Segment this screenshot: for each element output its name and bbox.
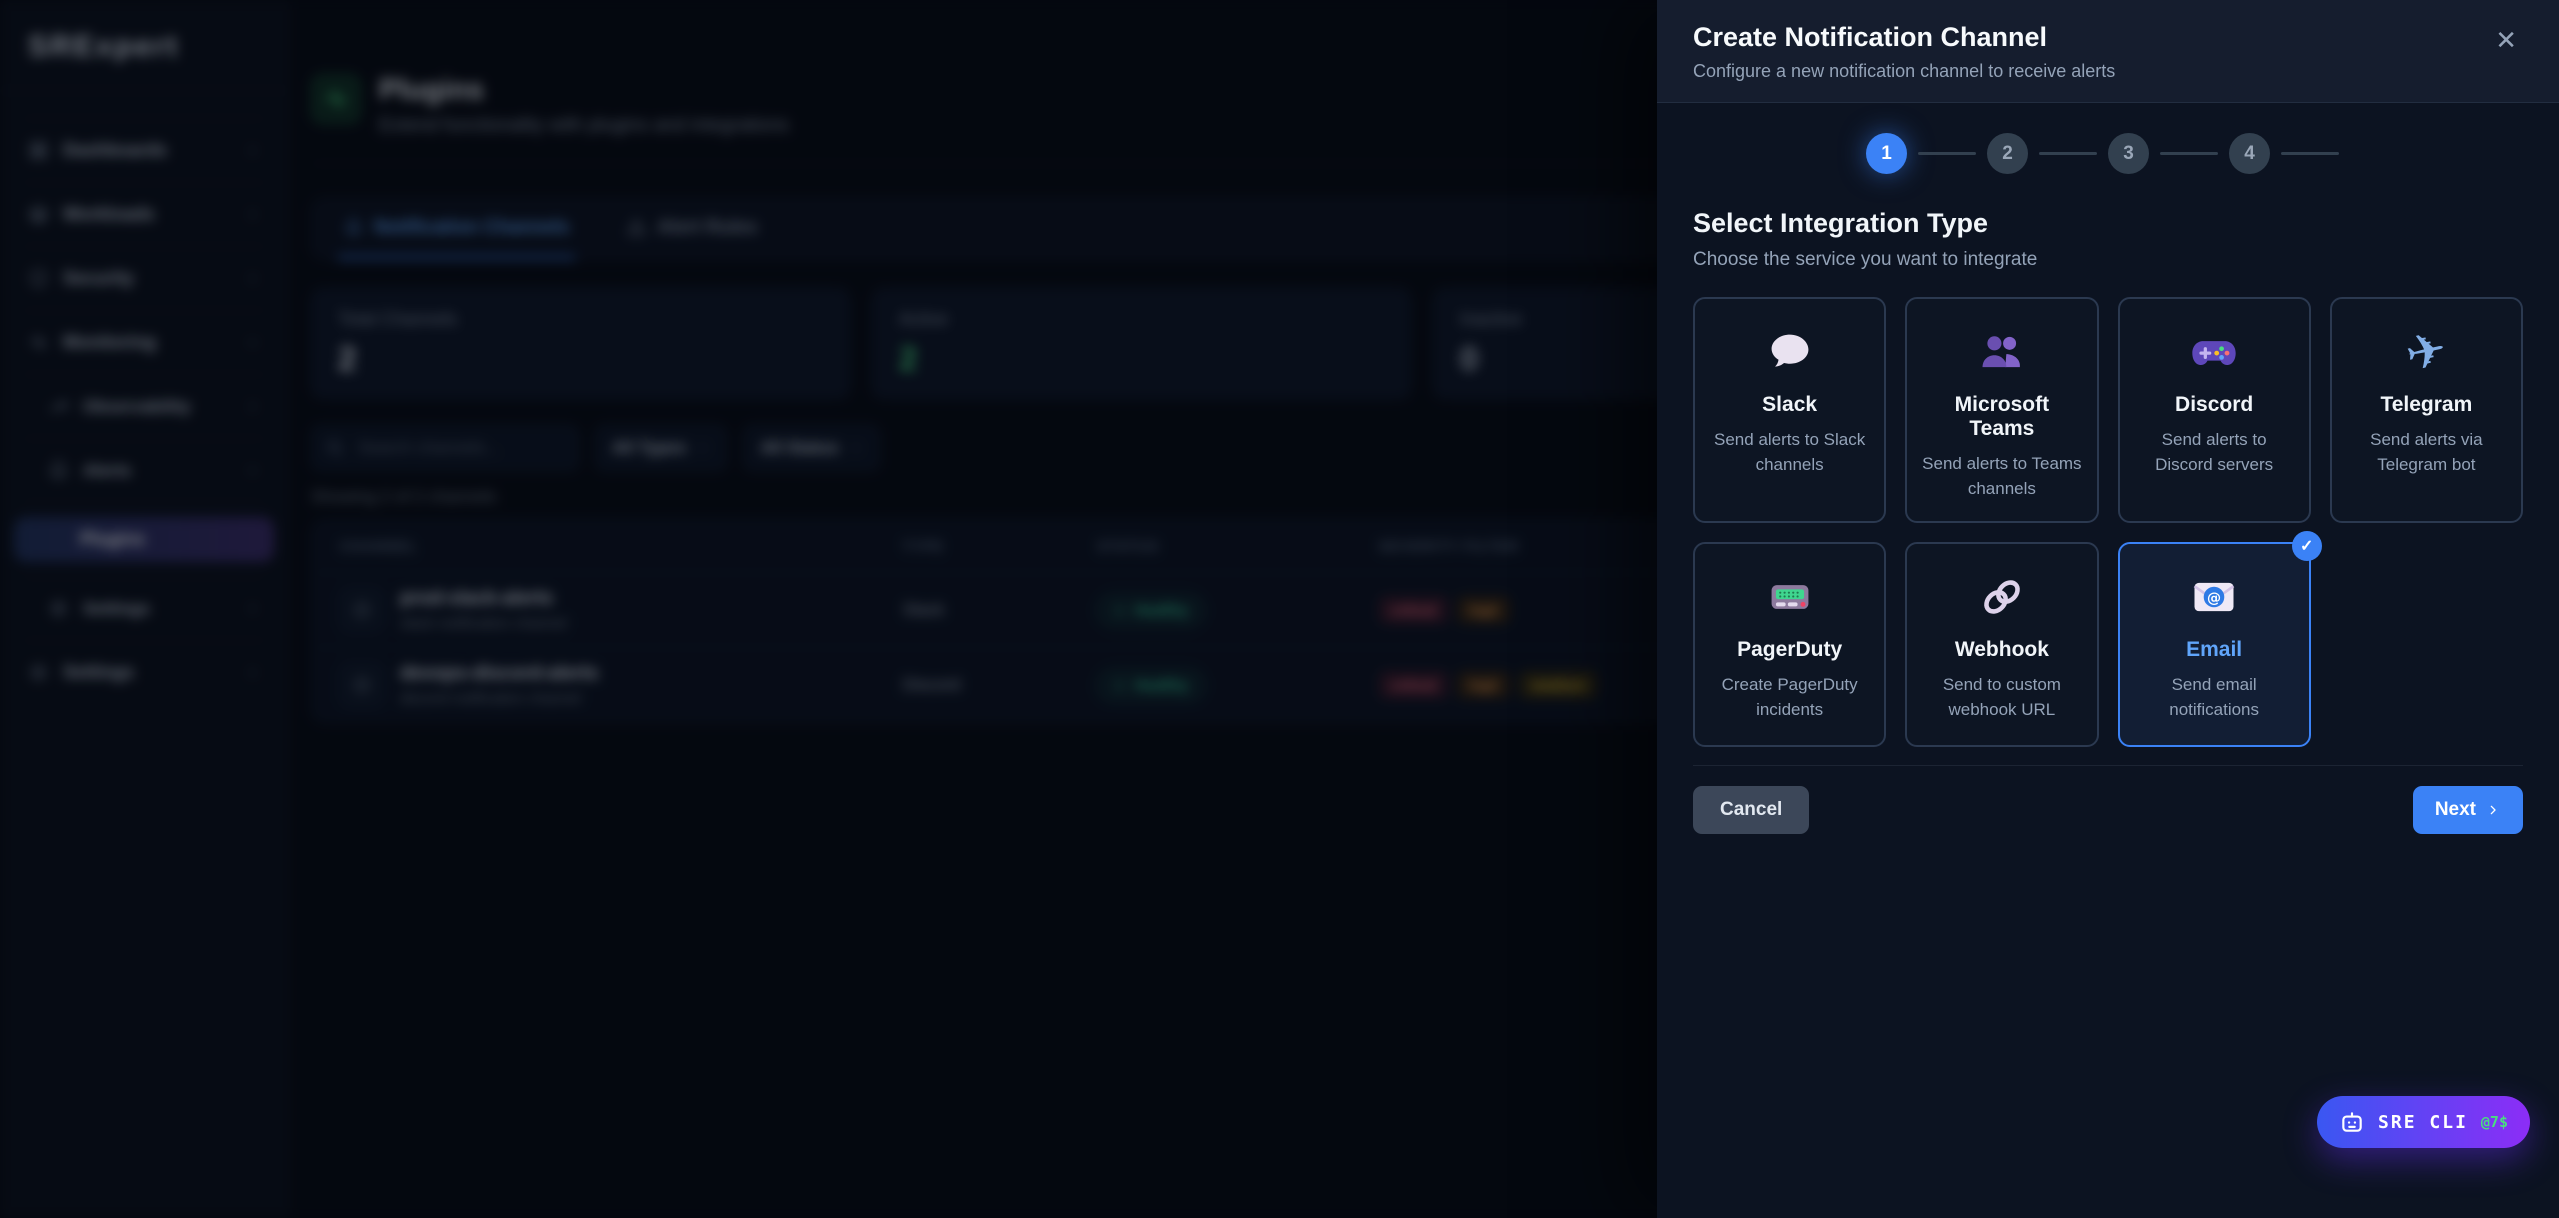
integration-name: Microsoft Teams <box>1919 393 2084 441</box>
cli-label: SRE CLI <box>2378 1112 2468 1133</box>
drawer-header: Create Notification Channel Configure a … <box>1657 0 2559 103</box>
integration-card[interactable]: Discord Send alerts to Discord servers <box>2118 297 2311 523</box>
integration-name: Webhook <box>1955 638 2049 662</box>
selected-check-badge: ✓ <box>2292 531 2322 561</box>
integration-card[interactable]: ✓ @ Email Send email notifications <box>2118 542 2311 747</box>
cli-prompt-glyphs: @7$ <box>2481 1113 2508 1131</box>
email-icon: @ <box>2188 570 2240 624</box>
drawer-subtitle: Configure a new notification channel to … <box>1693 61 2523 82</box>
step-circle: 1 <box>1866 133 1907 174</box>
integration-card[interactable]: ✈ Telegram Send alerts via Telegram bot <box>2330 297 2523 523</box>
integration-name: Email <box>2186 638 2242 662</box>
step-connector <box>2160 152 2218 155</box>
step-circle: 3 <box>2108 133 2149 174</box>
integration-card[interactable]: Slack Send alerts to Slack channels <box>1693 297 1886 523</box>
integration-description: Send alerts to Discord servers <box>2132 428 2297 477</box>
integration-card[interactable]: Microsoft Teams Send alerts to Teams cha… <box>1905 297 2098 523</box>
section-title: Select Integration Type <box>1693 208 2523 239</box>
slack-icon <box>1764 325 1816 379</box>
webhook-icon <box>1976 570 2028 624</box>
close-icon[interactable]: ✕ <box>2489 26 2523 54</box>
pagerduty-icon <box>1764 570 1816 624</box>
create-channel-drawer: Create Notification Channel Configure a … <box>1657 0 2559 1218</box>
integration-grid: Slack Send alerts to Slack channels Micr… <box>1693 297 2523 747</box>
drawer-footer: Cancel Next <box>1693 786 2523 834</box>
next-button[interactable]: Next <box>2413 786 2523 834</box>
step-connector <box>2281 152 2339 155</box>
robot-icon <box>2339 1109 2365 1135</box>
integration-description: Create PagerDuty incidents <box>1707 673 1872 722</box>
integration-card[interactable]: PagerDuty Create PagerDuty incidents <box>1693 542 1886 747</box>
integration-description: Send to custom webhook URL <box>1919 673 2084 722</box>
sre-cli-button[interactable]: SRE CLI @7$ <box>2317 1096 2530 1148</box>
integration-name: Discord <box>2175 393 2253 417</box>
chevron-right-icon <box>2485 802 2501 818</box>
svg-text:@: @ <box>2207 591 2221 607</box>
integration-name: PagerDuty <box>1737 638 1842 662</box>
integration-description: Send email notifications <box>2132 673 2297 722</box>
footer-divider <box>1693 765 2523 766</box>
integration-description: Send alerts to Slack channels <box>1707 428 1872 477</box>
integration-card[interactable]: Webhook Send to custom webhook URL <box>1905 542 2098 747</box>
integration-name: Slack <box>1762 393 1817 417</box>
step-circle: 2 <box>1987 133 2028 174</box>
discord-icon <box>2188 325 2240 379</box>
teams-icon <box>1976 325 2028 379</box>
section-subtitle: Choose the service you want to integrate <box>1693 249 2523 271</box>
telegram-icon: ✈ <box>2406 325 2446 379</box>
step-connector <box>2039 152 2097 155</box>
drawer-body: 1 2 3 4 Select Integration Type Choose the … <box>1657 103 2559 860</box>
wizard-stepper: 1 2 3 4 <box>1693 133 2523 174</box>
step-connector <box>1918 152 1976 155</box>
integration-description: Send alerts via Telegram bot <box>2344 428 2509 477</box>
drawer-title: Create Notification Channel <box>1693 22 2523 53</box>
cancel-button[interactable]: Cancel <box>1693 786 1809 834</box>
step-circle: 4 <box>2229 133 2270 174</box>
integration-description: Send alerts to Teams channels <box>1919 452 2084 501</box>
integration-name: Telegram <box>2380 393 2472 417</box>
